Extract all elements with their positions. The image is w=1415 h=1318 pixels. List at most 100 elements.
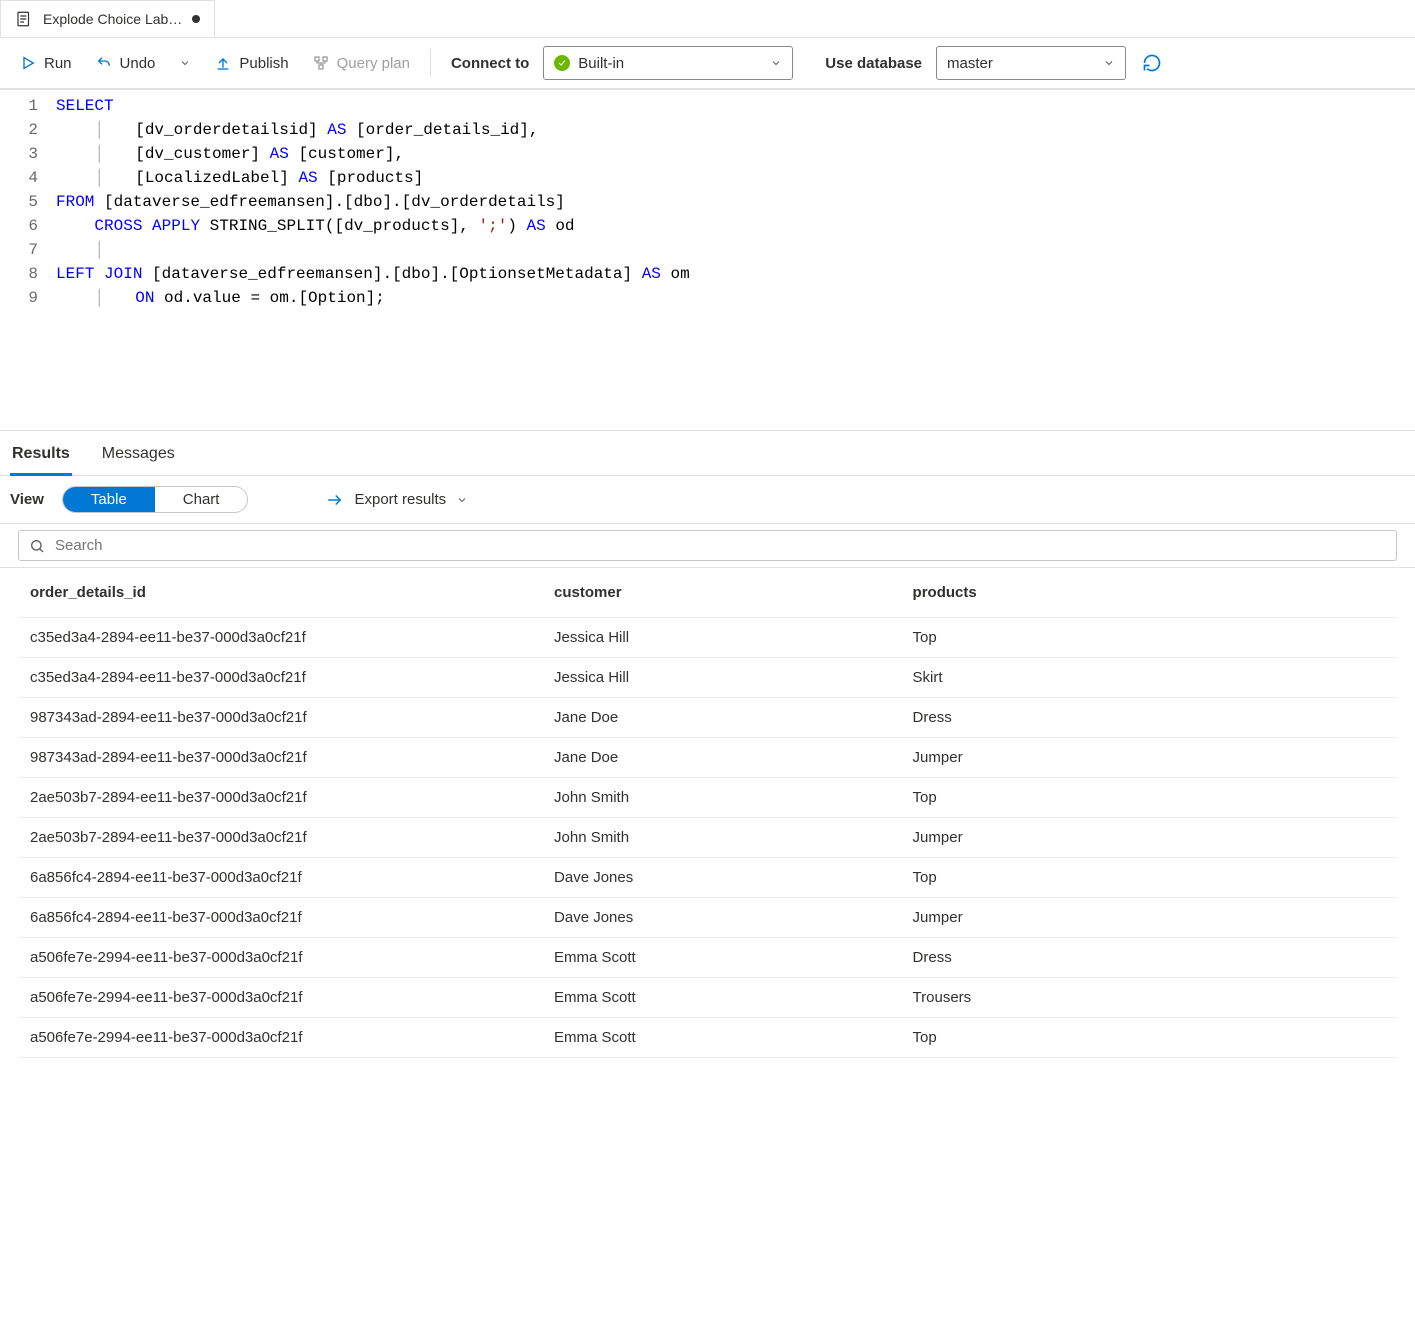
results-table: order_details_idcustomerproducts c35ed3a…	[18, 568, 1397, 1058]
play-icon	[20, 55, 36, 71]
table-row[interactable]: 2ae503b7-2894-ee11-be37-000d3a0cf21fJohn…	[18, 778, 1397, 818]
table-cell: Jane Doe	[542, 698, 901, 738]
table-cell: Dave Jones	[542, 898, 901, 938]
line-number: 3	[0, 142, 38, 166]
view-toolbar: View Table Chart Export results	[0, 476, 1415, 524]
table-cell: John Smith	[542, 818, 901, 858]
table-row[interactable]: 6a856fc4-2894-ee11-be37-000d3a0cf21fDave…	[18, 858, 1397, 898]
chevron-down-icon	[770, 57, 782, 69]
toolbar: Run Undo Publish Query plan Connect to B…	[0, 38, 1415, 90]
table-row[interactable]: c35ed3a4-2894-ee11-be37-000d3a0cf21fJess…	[18, 618, 1397, 658]
column-header[interactable]: order_details_id	[18, 568, 542, 618]
results-tabs: Results Messages	[0, 431, 1415, 476]
run-button[interactable]: Run	[10, 49, 82, 78]
tab-messages[interactable]: Messages	[100, 439, 177, 475]
undo-button[interactable]: Undo	[86, 49, 166, 78]
table-cell: Jumper	[901, 818, 1397, 858]
table-cell: c35ed3a4-2894-ee11-be37-000d3a0cf21f	[18, 658, 542, 698]
table-row[interactable]: a506fe7e-2994-ee11-be37-000d3a0cf21fEmma…	[18, 978, 1397, 1018]
table-cell: 987343ad-2894-ee11-be37-000d3a0cf21f	[18, 698, 542, 738]
chevron-down-icon	[1103, 57, 1115, 69]
search-input[interactable]	[55, 537, 1386, 554]
view-label: View	[10, 491, 44, 508]
undo-dropdown-button[interactable]	[169, 51, 201, 75]
use-database-label: Use database	[815, 55, 932, 72]
connect-to-label: Connect to	[441, 55, 539, 72]
table-cell: Dave Jones	[542, 858, 901, 898]
table-cell: Jane Doe	[542, 738, 901, 778]
view-toggle: Table Chart	[62, 486, 249, 513]
table-cell: a506fe7e-2994-ee11-be37-000d3a0cf21f	[18, 938, 542, 978]
line-number: 6	[0, 214, 38, 238]
table-row[interactable]: a506fe7e-2994-ee11-be37-000d3a0cf21fEmma…	[18, 1018, 1397, 1058]
search-row	[0, 524, 1415, 568]
table-cell: a506fe7e-2994-ee11-be37-000d3a0cf21f	[18, 1018, 542, 1058]
line-number: 8	[0, 262, 38, 286]
search-box[interactable]	[18, 530, 1397, 561]
code-line[interactable]: FROM [dataverse_edfreemansen].[dbo].[dv_…	[56, 190, 1415, 214]
table-cell: Emma Scott	[542, 1018, 901, 1058]
line-number: 1	[0, 94, 38, 118]
table-cell: Trousers	[901, 978, 1397, 1018]
code-line[interactable]: │ [dv_orderdetailsid] AS [order_details_…	[56, 118, 1415, 142]
line-number: 2	[0, 118, 38, 142]
table-row[interactable]: a506fe7e-2994-ee11-be37-000d3a0cf21fEmma…	[18, 938, 1397, 978]
export-icon	[326, 491, 344, 509]
query-plan-label: Query plan	[337, 55, 410, 72]
code-line[interactable]: CROSS APPLY STRING_SPLIT([dv_products], …	[56, 214, 1415, 238]
view-table-pill[interactable]: Table	[63, 487, 155, 512]
table-cell: 2ae503b7-2894-ee11-be37-000d3a0cf21f	[18, 818, 542, 858]
table-row[interactable]: 6a856fc4-2894-ee11-be37-000d3a0cf21fDave…	[18, 898, 1397, 938]
table-row[interactable]: 2ae503b7-2894-ee11-be37-000d3a0cf21fJohn…	[18, 818, 1397, 858]
undo-label: Undo	[120, 55, 156, 72]
table-cell: Emma Scott	[542, 978, 901, 1018]
table-cell: Top	[901, 858, 1397, 898]
table-cell: 987343ad-2894-ee11-be37-000d3a0cf21f	[18, 738, 542, 778]
code-line[interactable]: │ [LocalizedLabel] AS [products]	[56, 166, 1415, 190]
use-database-select[interactable]: master	[936, 46, 1126, 80]
editor-tab[interactable]: Explode Choice Lab…	[0, 0, 215, 37]
table-cell: Jumper	[901, 898, 1397, 938]
view-chart-pill[interactable]: Chart	[155, 487, 248, 512]
publish-icon	[215, 55, 231, 71]
table-cell: Jumper	[901, 738, 1397, 778]
publish-button[interactable]: Publish	[205, 49, 298, 78]
toolbar-separator	[430, 49, 431, 77]
export-results-button[interactable]: Export results	[326, 491, 468, 509]
code-line[interactable]: │ ON od.value = om.[Option];	[56, 286, 1415, 310]
sql-editor[interactable]: 123456789 SELECT │ [dv_orderdetailsid] A…	[0, 90, 1415, 430]
refresh-button[interactable]	[1142, 53, 1162, 73]
column-header[interactable]: products	[901, 568, 1397, 618]
table-body: c35ed3a4-2894-ee11-be37-000d3a0cf21fJess…	[18, 618, 1397, 1058]
table-header-row: order_details_idcustomerproducts	[18, 568, 1397, 618]
table-row[interactable]: c35ed3a4-2894-ee11-be37-000d3a0cf21fJess…	[18, 658, 1397, 698]
unsaved-indicator-icon	[192, 15, 200, 23]
table-row[interactable]: 987343ad-2894-ee11-be37-000d3a0cf21fJane…	[18, 698, 1397, 738]
tab-results[interactable]: Results	[10, 439, 72, 476]
line-number-gutter: 123456789	[0, 94, 56, 310]
table-cell: 6a856fc4-2894-ee11-be37-000d3a0cf21f	[18, 858, 542, 898]
table-cell: Top	[901, 618, 1397, 658]
code-area[interactable]: SELECT │ [dv_orderdetailsid] AS [order_d…	[56, 94, 1415, 310]
table-cell: Top	[901, 778, 1397, 818]
query-plan-icon	[313, 55, 329, 71]
code-line[interactable]: │ [dv_customer] AS [customer],	[56, 142, 1415, 166]
connect-to-select[interactable]: Built-in	[543, 46, 793, 80]
code-line[interactable]: │	[56, 238, 1415, 262]
connect-to-value: Built-in	[578, 55, 624, 72]
tab-bar: Explode Choice Lab…	[0, 0, 1415, 38]
table-cell: Dress	[901, 938, 1397, 978]
table-cell: Emma Scott	[542, 938, 901, 978]
query-plan-button[interactable]: Query plan	[303, 49, 420, 78]
table-cell: Jessica Hill	[542, 658, 901, 698]
code-line[interactable]: LEFT JOIN [dataverse_edfreemansen].[dbo]…	[56, 262, 1415, 286]
chevron-down-icon	[456, 494, 468, 506]
table-cell: Skirt	[901, 658, 1397, 698]
code-line[interactable]: SELECT	[56, 94, 1415, 118]
table-cell: Dress	[901, 698, 1397, 738]
table-row[interactable]: 987343ad-2894-ee11-be37-000d3a0cf21fJane…	[18, 738, 1397, 778]
line-number: 4	[0, 166, 38, 190]
table-cell: c35ed3a4-2894-ee11-be37-000d3a0cf21f	[18, 618, 542, 658]
search-icon	[29, 538, 45, 554]
column-header[interactable]: customer	[542, 568, 901, 618]
